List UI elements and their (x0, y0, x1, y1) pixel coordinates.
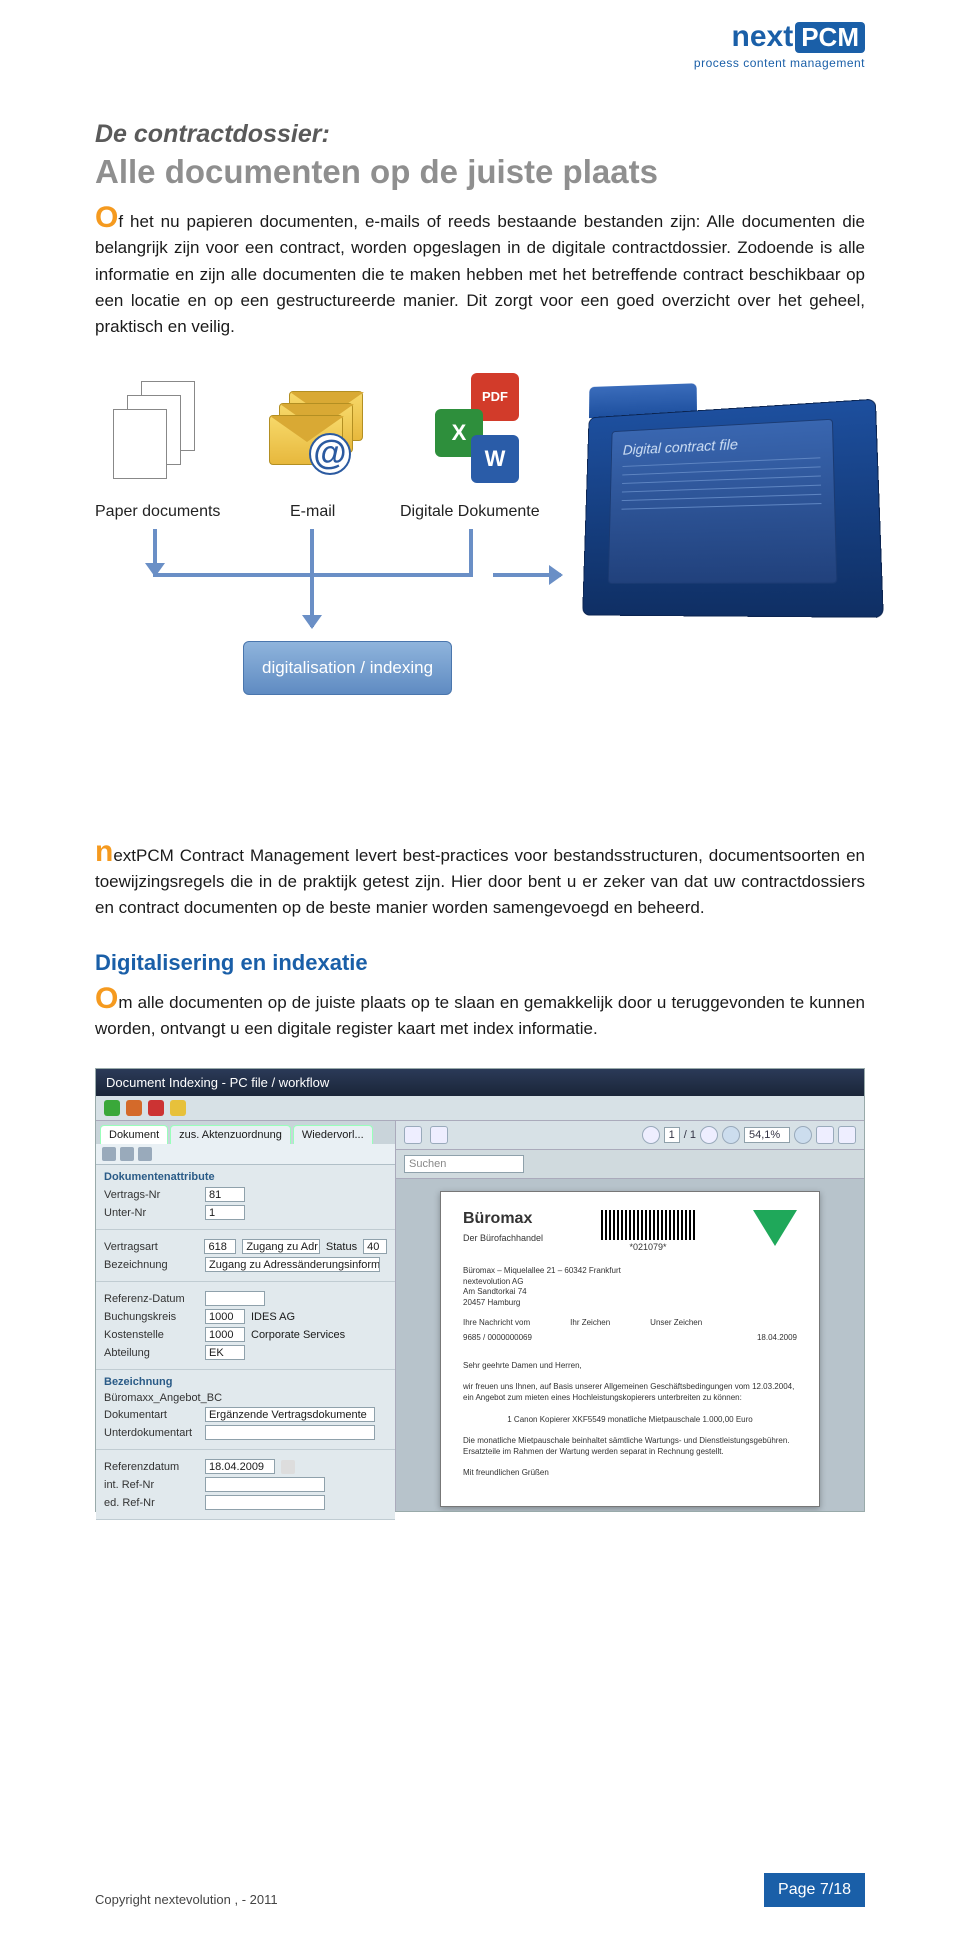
save-icon[interactable] (430, 1126, 448, 1144)
arrow-down-icon (153, 529, 157, 575)
tab-aktenzuordnung[interactable]: zus. Aktenzuordnung (170, 1125, 291, 1144)
zoom-level[interactable]: 54,1% (744, 1127, 790, 1143)
tab-dokument[interactable]: Dokument (100, 1125, 168, 1144)
zoom-out-icon[interactable] (722, 1126, 740, 1144)
pager: 1 / 1 54,1% (642, 1126, 856, 1144)
vertragsnr-field[interactable]: 81 (205, 1187, 245, 1202)
gear-icon[interactable] (170, 1100, 186, 1116)
tab-wiedervorl[interactable]: Wiedervorl... (293, 1125, 373, 1144)
digitalisation-box: digitalisation / indexing (243, 641, 452, 695)
fit-icon[interactable] (816, 1126, 834, 1144)
workflow-diagram: Paper documents @ E-mail PDF X W Digital… (95, 373, 865, 803)
panel-header: Dokumentenattribute (104, 1171, 387, 1183)
vertragsart-code[interactable]: 618 (204, 1239, 236, 1254)
page-supertitle: De contractdossier: (95, 120, 865, 149)
main-toolbar (96, 1096, 864, 1121)
page-up-icon[interactable] (642, 1126, 660, 1144)
arrow-right-icon (493, 573, 561, 577)
word-icon: W (471, 435, 519, 483)
search-input[interactable]: Suchen (404, 1155, 524, 1173)
contract-folder-icon: Digital contract file (575, 385, 875, 615)
tool-icon[interactable] (102, 1147, 116, 1161)
tool-icon[interactable] (138, 1147, 152, 1161)
page-current[interactable]: 1 (664, 1127, 680, 1143)
folder-icon[interactable] (126, 1100, 142, 1116)
bezeichnung-field[interactable]: Zugang zu Adressänderungsinform (205, 1257, 380, 1272)
dropcap-o: O (95, 201, 118, 234)
doc-address: Büromax – Miquelallee 21 – 60342 Frankfu… (463, 1266, 797, 1308)
section-heading-digitisation: Digitalisering en indexatie (95, 950, 865, 976)
label-email: E-mail (290, 503, 335, 521)
intro-paragraph: Of het nu papieren documenten, e-mails o… (95, 209, 865, 341)
app-screenshot: Document Indexing - PC file / workflow D… (95, 1068, 865, 1512)
copyright: Copyright nextevolution , - 2011 (95, 1892, 278, 1907)
page-number-badge: Page 7/18 (764, 1873, 865, 1907)
status-field[interactable]: 40 (363, 1239, 387, 1254)
label-paper: Paper documents (95, 503, 220, 521)
doc-brand: Büromax Der Bürofachhandel (463, 1210, 543, 1244)
rotate-icon[interactable] (838, 1126, 856, 1144)
calendar-icon[interactable] (281, 1460, 295, 1474)
referenzdatum-field[interactable]: 18.04.2009 (205, 1459, 275, 1474)
dropcap-n: n (95, 835, 113, 868)
tool-icon[interactable] (120, 1147, 134, 1161)
page-down-icon[interactable] (700, 1126, 718, 1144)
logo-box: PCM (795, 22, 865, 53)
document-viewer: 1 / 1 54,1% Suchen 1 2 (396, 1121, 864, 1511)
dropcap-o2: O (95, 982, 118, 1015)
print-icon[interactable] (404, 1126, 422, 1144)
delete-icon[interactable] (148, 1100, 164, 1116)
paragraph-3: Om alle documenten op de juiste plaats o… (95, 990, 865, 1043)
label-digital: Digitale Dokumente (400, 503, 540, 521)
at-icon: @ (309, 433, 351, 475)
check-icon[interactable] (104, 1100, 120, 1116)
zoom-in-icon[interactable] (794, 1126, 812, 1144)
logo-tagline: process content management (694, 56, 865, 70)
window-title: Document Indexing - PC file / workflow (96, 1069, 864, 1096)
attributes-panel: Dokument zus. Aktenzuordnung Wiedervorl.… (96, 1121, 396, 1511)
vendor-logo-icon (753, 1210, 797, 1254)
brand-logo: nextPCM process content management (694, 20, 865, 70)
logo-prefix: next (732, 20, 794, 53)
barcode-icon (601, 1210, 696, 1240)
paragraph-2: nextPCM Contract Management levert best-… (95, 843, 865, 922)
document-page: Büromax Der Bürofachhandel *021079* Büro… (440, 1191, 820, 1507)
unternr-field[interactable]: 1 (205, 1205, 245, 1220)
page-title: Alle documenten op de juiste plaats (95, 153, 865, 191)
arrow-down-icon (310, 573, 314, 627)
